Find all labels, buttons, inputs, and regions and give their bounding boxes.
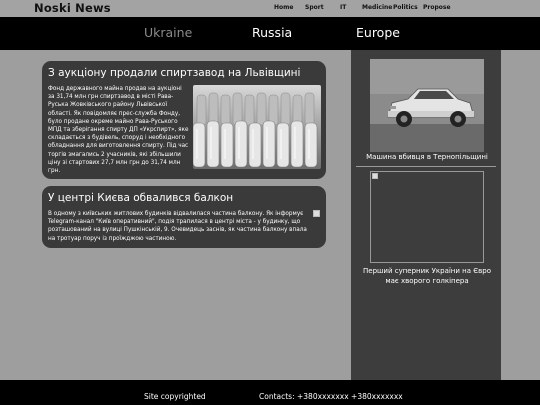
nav-propose[interactable]: Propose [423, 4, 451, 11]
sidebar-divider [356, 166, 496, 167]
nav-politics[interactable]: Politics [393, 4, 418, 11]
region-europe[interactable]: Europe [356, 25, 400, 40]
nav-medicine[interactable]: Medicine [362, 4, 392, 11]
article-image-bottles[interactable] [193, 85, 321, 169]
region-ukraine[interactable]: Ukraine [144, 25, 192, 40]
sidebar-image-car[interactable] [370, 59, 484, 152]
nav-it[interactable]: IT [340, 4, 346, 11]
region-russia[interactable]: Russia [252, 25, 292, 40]
nav-sport[interactable]: Sport [305, 4, 324, 11]
broken-image-icon [372, 173, 378, 179]
article-text: В одному з київських житлових будинків в… [48, 211, 307, 242]
article-title[interactable]: З аукціону продали спиртзавод на Львівщи… [48, 67, 300, 79]
nav-home[interactable]: Home [274, 4, 293, 11]
footer-contacts: Contacts: +380xxxxxxx +380xxxxxxx [259, 392, 403, 401]
article-text: Фонд державного майна продав на аукціоні… [48, 86, 189, 175]
sidebar-image-broken[interactable] [370, 171, 484, 263]
sidebar-caption[interactable]: Машина вбивця в Тернопільщині [356, 153, 498, 161]
bottles-photo [193, 85, 321, 169]
sidebar-caption[interactable]: Перший суперник України на Євро має хвор… [360, 266, 494, 286]
car-photo [370, 59, 484, 152]
broken-image-icon[interactable] [313, 210, 320, 217]
article-title[interactable]: У центрі Києва обвалився балкон [48, 192, 233, 204]
footer-copyright: Site copyrighted [144, 392, 206, 401]
site-logo[interactable]: Noski News [34, 1, 111, 15]
